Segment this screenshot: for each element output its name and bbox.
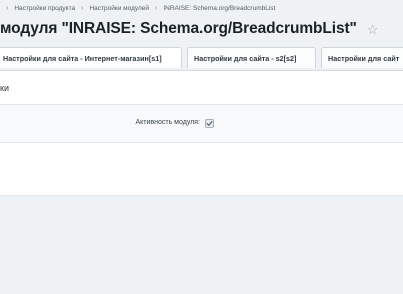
tab-site-s1[interactable]: Настройки для сайта - Интернет-магазин[s… [0, 47, 182, 68]
tab-bar: Настройки для сайта - Интернет-магазин[s… [0, 47, 403, 70]
breadcrumb-link-product-settings[interactable]: Настройки продукта [14, 5, 75, 12]
setting-row-module-active: Активность модуля: [0, 105, 403, 143]
page-title: модуля "INRAISE: Schema.org/BreadcrumbLi… [0, 20, 357, 37]
breadcrumb-separator-icon: › [6, 4, 9, 12]
breadcrumb-link-module[interactable]: INRAISE: Schema.org/BreadcrumbList [163, 5, 275, 12]
breadcrumb-separator-icon: › [155, 4, 158, 12]
breadcrumb-item: › Настройки модулей [75, 5, 149, 12]
star-icon[interactable]: ☆ [367, 23, 379, 36]
breadcrumb-item: › Настройки продукта [0, 5, 75, 12]
settings-panel: ки Активность модуля: [0, 70, 403, 196]
module-active-label: Активность модуля: [135, 119, 200, 126]
checkmark-icon [206, 120, 213, 127]
breadcrumb-separator-icon: › [81, 4, 84, 12]
tab-site-s2[interactable]: Настройки для сайта - s2[s2] [187, 47, 316, 68]
breadcrumb: › Настройки продукта › Настройки модулей… [0, 0, 275, 16]
module-active-checkbox[interactable] [205, 119, 214, 128]
breadcrumb-item: › INRAISE: Schema.org/BreadcrumbList [149, 5, 275, 12]
section-title: ки [0, 71, 403, 105]
breadcrumb-link-module-settings[interactable]: Настройки модулей [89, 5, 149, 12]
tab-site-more[interactable]: Настройки для сайт [321, 47, 403, 68]
title-row: модуля "INRAISE: Schema.org/BreadcrumbLi… [0, 16, 378, 42]
